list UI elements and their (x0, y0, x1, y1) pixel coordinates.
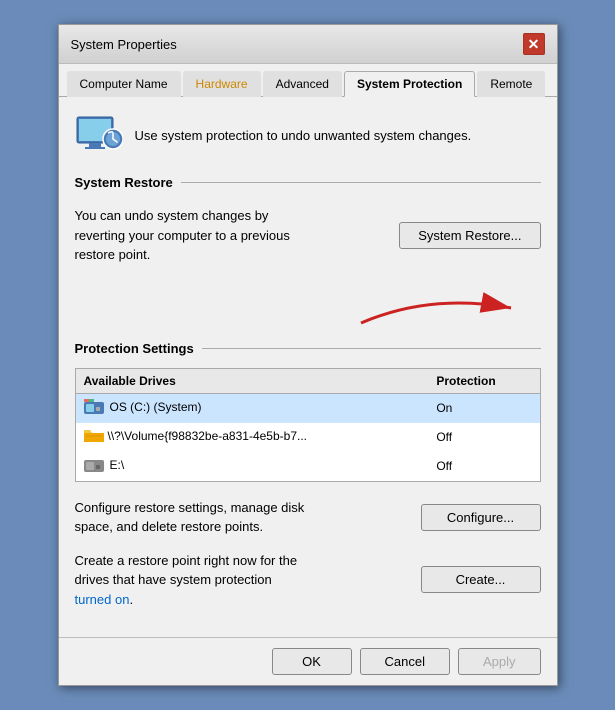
system-restore-header: System Restore (75, 175, 541, 190)
drive-icon-e: E:\ (84, 457, 125, 473)
title-bar: System Properties ✕ (59, 25, 557, 64)
info-row: Use system protection to undo unwanted s… (75, 111, 541, 159)
tab-system-protection[interactable]: System Protection (344, 71, 475, 97)
protection-cell-e: Off (428, 452, 540, 482)
table-row[interactable]: \\?\Volume{f98832be-a831-4e5b-b7... Off (75, 423, 540, 452)
protection-settings-label: Protection Settings (75, 341, 194, 356)
hdd-icon (84, 399, 106, 415)
section-divider-2 (202, 348, 541, 349)
tab-hardware[interactable]: Hardware (183, 71, 261, 97)
create-highlight: turned on (75, 592, 130, 607)
col-protection: Protection (428, 368, 540, 393)
configure-description: Configure restore settings, manage disk … (75, 498, 305, 537)
table-row[interactable]: E:\ Off (75, 452, 540, 482)
create-button[interactable]: Create... (421, 566, 541, 593)
dialog-footer: OK Cancel Apply (59, 637, 557, 685)
drive-cell: E:\ (75, 452, 428, 482)
system-protection-icon (75, 111, 123, 159)
system-restore-label: System Restore (75, 175, 173, 190)
apply-button[interactable]: Apply (458, 648, 541, 675)
configure-row: Configure restore settings, manage disk … (75, 498, 541, 537)
tab-advanced[interactable]: Advanced (263, 71, 342, 97)
close-button[interactable]: ✕ (523, 33, 545, 55)
drive-c-label: OS (C:) (System) (110, 400, 202, 414)
system-restore-button[interactable]: System Restore... (399, 222, 540, 249)
protection-settings-header: Protection Settings (75, 341, 541, 356)
cancel-button[interactable]: Cancel (360, 648, 450, 675)
create-description: Create a restore point right now for the… (75, 551, 305, 610)
tab-bar: Computer Name Hardware Advanced System P… (59, 64, 557, 97)
protection-cell-volume: Off (428, 423, 540, 452)
info-description: Use system protection to undo unwanted s… (135, 128, 472, 143)
drive-volume-label: \\?\Volume{f98832be-a831-4e5b-b7... (108, 429, 308, 443)
create-row: Create a restore point right now for the… (75, 551, 541, 610)
drive-icon-c: OS (C:) (System) (84, 399, 202, 415)
table-row[interactable]: OS (C:) (System) On (75, 393, 540, 423)
system-restore-description: You can undo system changes by reverting… (75, 206, 305, 265)
system-restore-row: You can undo system changes by reverting… (75, 202, 541, 269)
removable-drive-icon (84, 457, 106, 473)
table-header-row: Available Drives Protection (75, 368, 540, 393)
dialog-title: System Properties (71, 37, 177, 52)
drive-cell: \\?\Volume{f98832be-a831-4e5b-b7... (75, 423, 428, 452)
tab-computer-name[interactable]: Computer Name (67, 71, 181, 97)
protection-cell-c: On (428, 393, 540, 423)
tab-remote[interactable]: Remote (477, 71, 545, 97)
drive-cell: OS (C:) (System) (75, 393, 428, 423)
system-properties-dialog: System Properties ✕ Computer Name Hardwa… (58, 24, 558, 686)
tab-content: Use system protection to undo unwanted s… (59, 97, 557, 637)
section-divider (181, 182, 541, 183)
drives-table: Available Drives Protection (75, 368, 541, 482)
drive-e-label: E:\ (110, 458, 125, 472)
restore-arrow (351, 283, 531, 333)
drive-icon-volume: \\?\Volume{f98832be-a831-4e5b-b7... (84, 428, 308, 444)
folder-icon (84, 428, 104, 444)
configure-button[interactable]: Configure... (421, 504, 541, 531)
arrow-container (75, 293, 541, 333)
ok-button[interactable]: OK (272, 648, 352, 675)
col-available-drives: Available Drives (75, 368, 428, 393)
